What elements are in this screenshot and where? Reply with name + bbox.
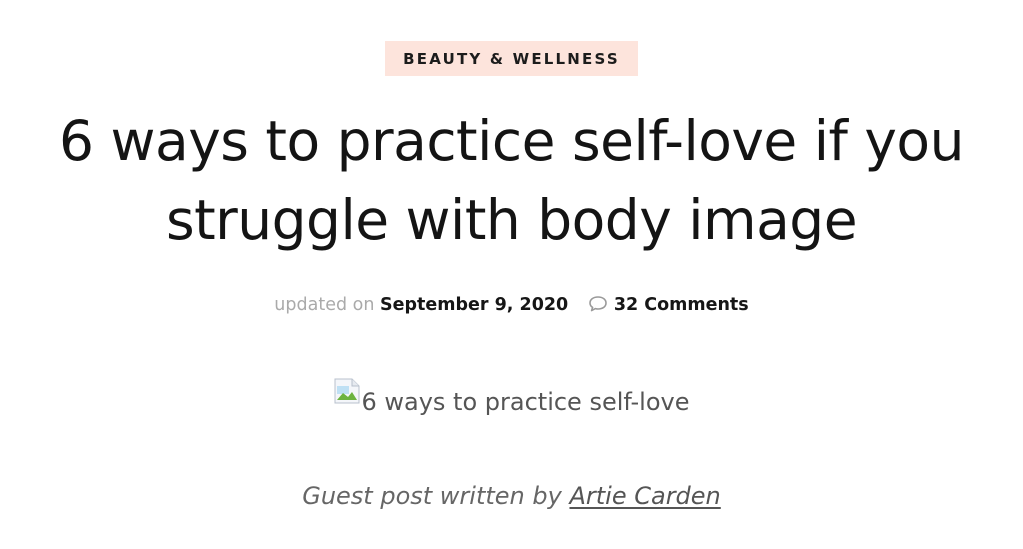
post-header: BEAUTY & WELLNESS 6 ways to practice sel… xyxy=(0,0,1023,510)
hero-image-alt-text: 6 ways to practice self-love xyxy=(361,388,690,416)
author-link[interactable]: Artie Carden xyxy=(569,482,720,510)
broken-image-icon xyxy=(333,378,361,404)
post-meta: updated on September 9, 2020 32 Comments xyxy=(0,293,1023,320)
comments-count: 32 Comments xyxy=(613,295,749,315)
post-date: September 9, 2020 xyxy=(380,295,569,315)
comments-link[interactable]: 32 Comments xyxy=(588,295,749,315)
guest-byline: Guest post written by Artie Carden xyxy=(0,482,1023,510)
updated-label: updated on xyxy=(274,295,375,315)
post-title: 6 ways to practice self-love if you stru… xyxy=(59,109,964,252)
hero-image: 6 ways to practice self-love xyxy=(0,378,1023,418)
category-tag[interactable]: BEAUTY & WELLNESS xyxy=(385,41,638,76)
byline-prefix: Guest post written by xyxy=(302,482,562,510)
speech-bubble-icon xyxy=(588,295,608,320)
